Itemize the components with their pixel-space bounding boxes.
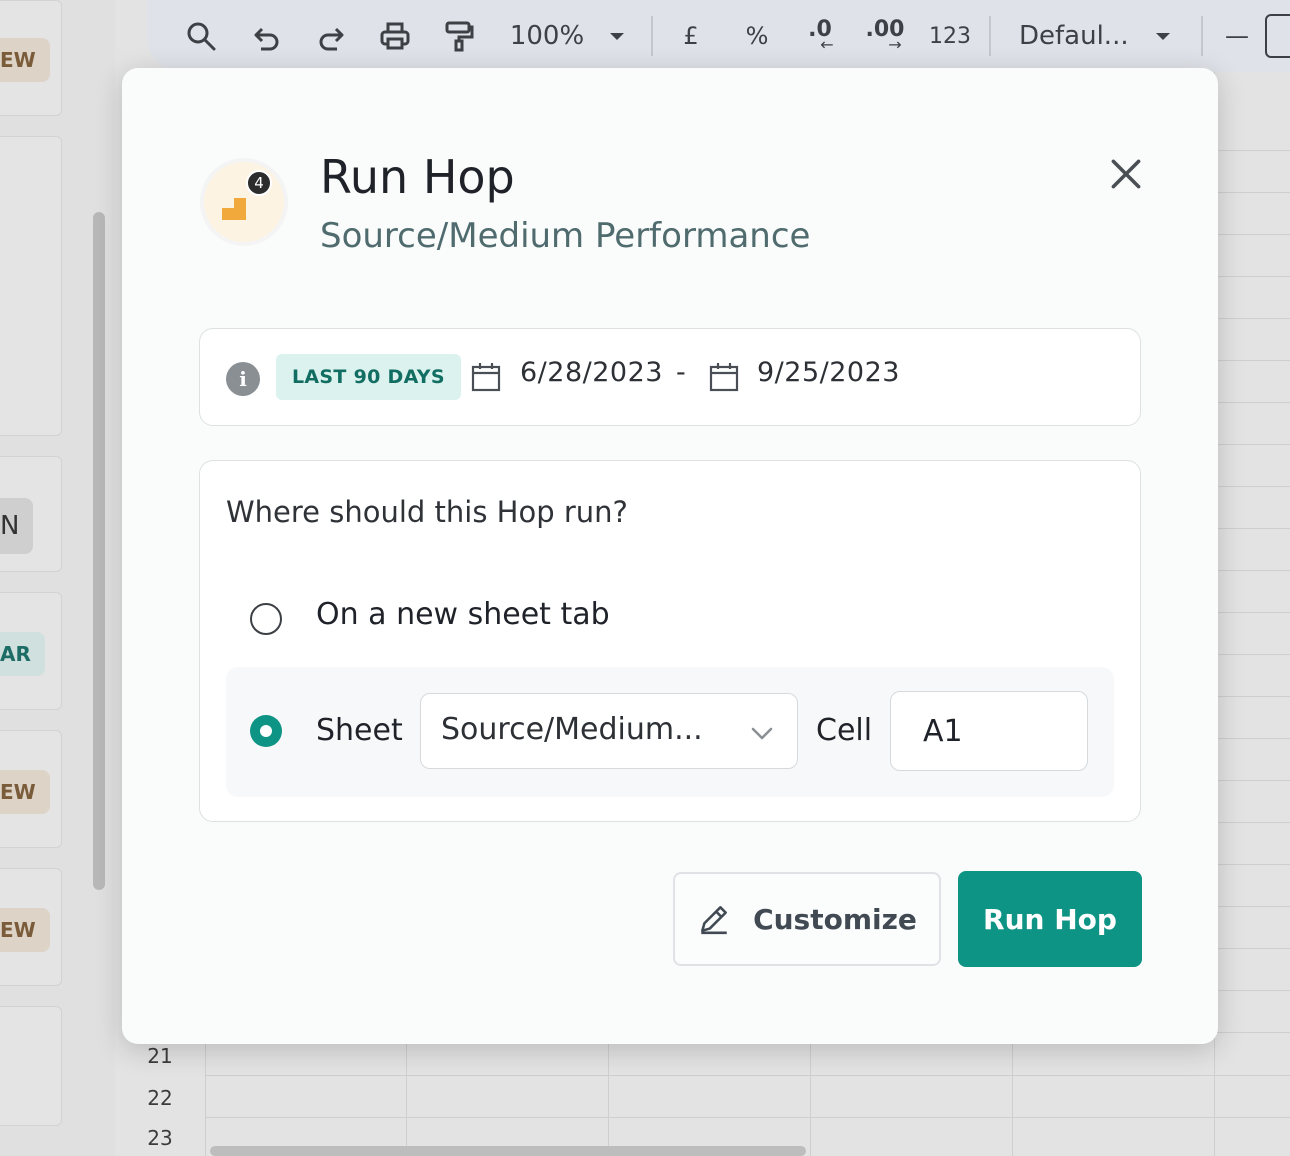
radio-new-sheet-tab[interactable] <box>250 603 282 635</box>
grid-line <box>205 1117 1290 1118</box>
side-chip: EW <box>0 38 50 82</box>
dialog-title: Run Hop <box>320 150 515 204</box>
horizontal-scrollbar[interactable] <box>210 1146 806 1156</box>
print-icon[interactable] <box>375 14 415 58</box>
date-range-card: i LAST 90 DAYS 6/28/2023 - 9/25/2023 <box>199 328 1141 426</box>
date-separator: - <box>676 357 686 388</box>
pencil-icon <box>701 906 728 935</box>
number-format-button[interactable]: 123 <box>927 14 973 58</box>
dialog-subtitle: Source/Medium Performance <box>320 216 811 256</box>
increase-decimal-button[interactable]: .00 → <box>861 14 909 58</box>
end-date[interactable]: 9/25/2023 <box>757 357 900 388</box>
redo-icon[interactable] <box>311 14 351 58</box>
run-hop-button-label: Run Hop <box>983 902 1117 936</box>
stairs-icon <box>222 198 246 220</box>
cell-input[interactable] <box>890 691 1088 771</box>
logo-badge: 4 <box>246 170 272 196</box>
paint-format-icon[interactable] <box>439 14 479 58</box>
side-chip: EW <box>0 770 50 814</box>
arrow-left-icon: ← <box>820 35 834 54</box>
run-hop-button[interactable]: Run Hop <box>958 871 1142 967</box>
side-panel: EW N AR EW EW <box>0 0 115 1156</box>
close-button[interactable] <box>1106 154 1146 194</box>
close-icon <box>1111 159 1141 189</box>
destination-question: Where should this Hop run? <box>226 495 628 529</box>
grid-line <box>205 1075 1290 1076</box>
radio-existing-sheet[interactable] <box>250 715 282 747</box>
sheets-toolbar: 100% £ % .0 ← .00 → 123 Defaul... — <box>147 0 1290 72</box>
toolbar-divider <box>651 16 653 56</box>
info-icon[interactable]: i <box>226 362 260 396</box>
row-header[interactable]: 22 <box>115 1086 205 1110</box>
side-card[interactable] <box>0 136 62 436</box>
customize-button[interactable]: Customize <box>673 872 941 966</box>
percent-button[interactable]: % <box>739 14 775 58</box>
start-date[interactable]: 6/28/2023 <box>520 357 663 388</box>
side-card[interactable] <box>0 1006 62 1126</box>
search-icon[interactable] <box>181 14 221 58</box>
calendar-icon[interactable] <box>708 361 740 393</box>
chevron-down-icon[interactable] <box>1147 14 1179 58</box>
destination-card: Where should this Hop run? On a new shee… <box>199 460 1141 822</box>
side-chip: N <box>0 498 34 554</box>
row-header[interactable]: 23 <box>115 1126 205 1150</box>
toolbar-divider <box>1201 16 1203 56</box>
sheet-select-value: Source/Medium... <box>441 712 703 747</box>
row-header[interactable]: 21 <box>115 1044 205 1068</box>
side-chip: EW <box>0 908 50 952</box>
arrow-right-icon: → <box>888 35 902 54</box>
decrease-decimal-button[interactable]: .0 ← <box>799 14 841 58</box>
font-size-input[interactable] <box>1265 14 1290 58</box>
font-size-decrease[interactable]: — <box>1221 14 1253 58</box>
font-select[interactable]: Defaul... <box>1019 14 1135 58</box>
calendar-icon[interactable] <box>470 361 502 393</box>
vertical-scrollbar[interactable] <box>93 212 105 890</box>
chevron-down-icon <box>751 727 773 740</box>
run-hop-dialog: 4 Run Hop Source/Medium Performance i LA… <box>122 68 1218 1044</box>
date-preset-chip[interactable]: LAST 90 DAYS <box>276 354 461 400</box>
currency-button[interactable]: £ <box>673 14 709 58</box>
side-chip: AR <box>0 632 45 676</box>
cell-label: Cell <box>816 713 873 748</box>
zoom-select[interactable]: 100% <box>507 14 587 58</box>
option-new-sheet-tab-label[interactable]: On a new sheet tab <box>316 597 610 632</box>
toolbar-divider <box>989 16 991 56</box>
hop-logo: 4 <box>200 158 288 246</box>
customize-button-label: Customize <box>753 902 917 936</box>
chevron-down-icon[interactable] <box>601 14 633 58</box>
sheet-option-row: Sheet Source/Medium... Cell <box>226 667 1114 797</box>
sheet-select[interactable]: Source/Medium... <box>420 693 798 769</box>
undo-icon[interactable] <box>247 14 287 58</box>
option-sheet-label[interactable]: Sheet <box>316 713 403 748</box>
